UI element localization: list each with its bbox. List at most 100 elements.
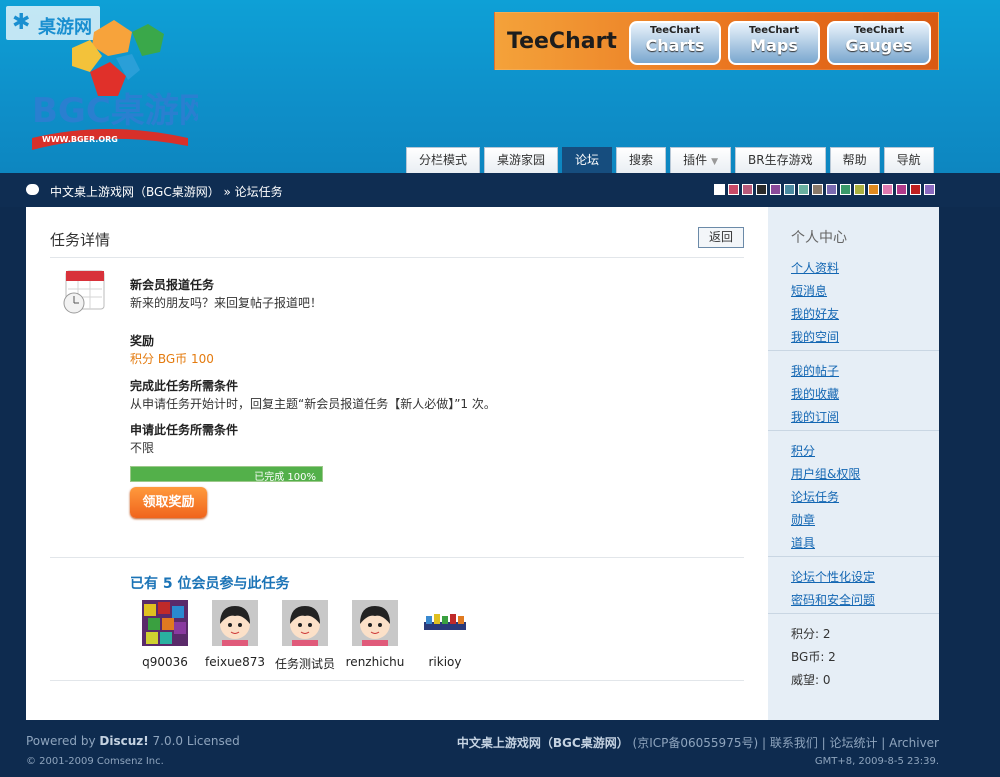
sidebar-item-friends[interactable]: 我的好友 [791, 305, 839, 322]
site-header: ✱ 桌游网 BGC桌游网 WWW.BGER.ORG TeeChart TeeCh… [0, 0, 1000, 173]
tab-br-game[interactable]: BR生存游戏 [735, 147, 826, 173]
tab-label: 帮助 [842, 153, 867, 167]
main-nav: 分栏模式 桌游家园 论坛 搜索 插件 ▼ BR生存游戏 帮助 导航 [406, 147, 934, 173]
theme-swatch[interactable] [826, 184, 837, 195]
divider [50, 557, 744, 558]
theme-swatch[interactable] [812, 184, 823, 195]
logo-url: WWW.BGER.ORG [42, 135, 118, 144]
banner-pill-charts[interactable]: TeeChart Charts [629, 21, 721, 65]
banner-pill-gauges[interactable]: TeeChart Gauges [827, 21, 931, 65]
theme-swatch[interactable] [896, 184, 907, 195]
powered-by: Powered by Discuz! 7.0.0 Licensed [26, 734, 240, 748]
theme-swatch[interactable] [714, 184, 725, 195]
theme-swatch[interactable] [728, 184, 739, 195]
footer-site-name[interactable]: 中文桌上游戏网（BGC桌游网） [457, 736, 629, 750]
avatar[interactable] [212, 600, 258, 646]
speech-bubble-icon [26, 184, 39, 195]
sidebar-item-password[interactable]: 密码和安全问题 [791, 591, 875, 608]
participant[interactable]: q90036 [130, 600, 200, 672]
banner-pill-large: Charts [645, 36, 705, 55]
avatar[interactable] [352, 600, 398, 646]
tab-forum[interactable]: 论坛 [562, 147, 613, 173]
sidebar-item-posts[interactable]: 我的帖子 [791, 362, 839, 379]
theme-swatch[interactable] [910, 184, 921, 195]
site-logo[interactable]: BGC桌游网 WWW.BGER.ORG [28, 10, 198, 150]
sidebar-item-profile[interactable]: 个人资料 [791, 259, 839, 276]
member-name[interactable]: renzhichu [340, 655, 410, 669]
tab-search[interactable]: 搜索 [616, 147, 667, 173]
sidebar-item-personalize[interactable]: 论坛个性化设定 [791, 568, 875, 585]
theme-swatch[interactable] [742, 184, 753, 195]
sidebar-item-messages[interactable]: 短消息 [791, 282, 827, 299]
sidebar-item-medals[interactable]: 勋章 [791, 511, 815, 528]
powered-brand[interactable]: Discuz! [99, 734, 148, 748]
tab-split-mode[interactable]: 分栏模式 [406, 147, 481, 173]
member-name[interactable]: rikioy [410, 655, 480, 669]
progress-bar: 已完成 100% [130, 466, 323, 483]
sidebar-item-items[interactable]: 道具 [791, 534, 815, 551]
tab-home[interactable]: 桌游家园 [484, 147, 559, 173]
banner-pill-small: TeeChart [650, 25, 700, 36]
sidebar-item-usergroup[interactable]: 用户组&权限 [791, 465, 860, 482]
tab-plugins[interactable]: 插件 ▼ [670, 147, 731, 173]
chevron-down-icon: ▼ [711, 157, 718, 167]
theme-swatch[interactable] [854, 184, 865, 195]
breadcrumb[interactable]: 中文桌上游戏网（BGC桌游网） » 论坛任务 [50, 183, 283, 200]
tab-label: 搜索 [629, 153, 654, 167]
server-time: GMT+8, 2009-8-5 23:39. [814, 756, 939, 767]
sidebar-heading: 个人中心 [791, 230, 847, 246]
theme-swatch[interactable] [784, 184, 795, 195]
theme-swatch[interactable] [798, 184, 809, 195]
participant[interactable]: rikioy [410, 600, 480, 672]
progress-label: 已完成 100% [254, 472, 316, 483]
divider [768, 556, 939, 557]
sidebar-item-favorites[interactable]: 我的收藏 [791, 385, 839, 402]
participant[interactable]: 任务测试员 [270, 600, 340, 672]
sidebar-item-tasks[interactable]: 论坛任务 [791, 488, 839, 505]
tab-label: 论坛 [575, 153, 600, 167]
ad-banner[interactable]: TeeChart TeeChart Charts TeeChart Maps T… [494, 12, 939, 70]
task-description: 新来的朋友吗？来回复帖子报道吧！ [130, 296, 323, 310]
claim-reward-button[interactable]: 领取奖励 [130, 487, 207, 518]
footer-links-text[interactable]: (京ICP备06055975号) | 联系我们 | 论坛统计 | Archive… [633, 736, 939, 750]
theme-swatch[interactable] [882, 184, 893, 195]
sidebar-item-credits[interactable]: 积分 [791, 442, 815, 459]
avatar[interactable] [282, 600, 328, 646]
participant[interactable]: renzhichu [340, 600, 410, 672]
apply-title: 申请此任务所需条件 [130, 423, 239, 437]
banner-pill-large: Maps [750, 36, 798, 55]
tab-label: 插件 [683, 153, 708, 167]
banner-pill-small: TeeChart [749, 25, 799, 36]
footer-links: 中文桌上游戏网（BGC桌游网） (京ICP备06055975号) | 联系我们 … [457, 734, 939, 751]
participant[interactable]: feixue873 [200, 600, 270, 672]
theme-swatch[interactable] [770, 184, 781, 195]
tab-label: 桌游家园 [497, 153, 546, 167]
reward-title: 奖励 [130, 334, 155, 348]
tab-navigation[interactable]: 导航 [883, 147, 934, 173]
theme-swatches [714, 184, 935, 195]
member-name[interactable]: 任务测试员 [270, 655, 340, 672]
participants-title: 已有 5 位会员参与此任务 [130, 576, 290, 592]
tab-label: 分栏模式 [419, 153, 468, 167]
theme-swatch[interactable] [868, 184, 879, 195]
divider [50, 257, 744, 258]
page-title: 任务详情 [50, 231, 111, 249]
divider [768, 430, 939, 431]
top-links [500, 0, 940, 4]
theme-swatch[interactable] [840, 184, 851, 195]
stat-credits: 积分: 2 [791, 627, 831, 641]
avatar[interactable] [422, 600, 468, 646]
tab-help[interactable]: 帮助 [829, 147, 880, 173]
logo-text: BGC桌游网 [32, 91, 198, 131]
avatar[interactable] [142, 600, 188, 646]
sidebar-item-space[interactable]: 我的空间 [791, 328, 839, 345]
sidebar-item-subscriptions[interactable]: 我的订阅 [791, 408, 839, 425]
divider [50, 680, 744, 681]
member-name[interactable]: feixue873 [200, 655, 270, 669]
back-button[interactable]: 返回 [698, 227, 744, 248]
reward-value: 积分 BG币 100 [130, 352, 214, 366]
theme-swatch[interactable] [756, 184, 767, 195]
theme-swatch[interactable] [924, 184, 935, 195]
member-name[interactable]: q90036 [130, 655, 200, 669]
banner-pill-maps[interactable]: TeeChart Maps [728, 21, 820, 65]
